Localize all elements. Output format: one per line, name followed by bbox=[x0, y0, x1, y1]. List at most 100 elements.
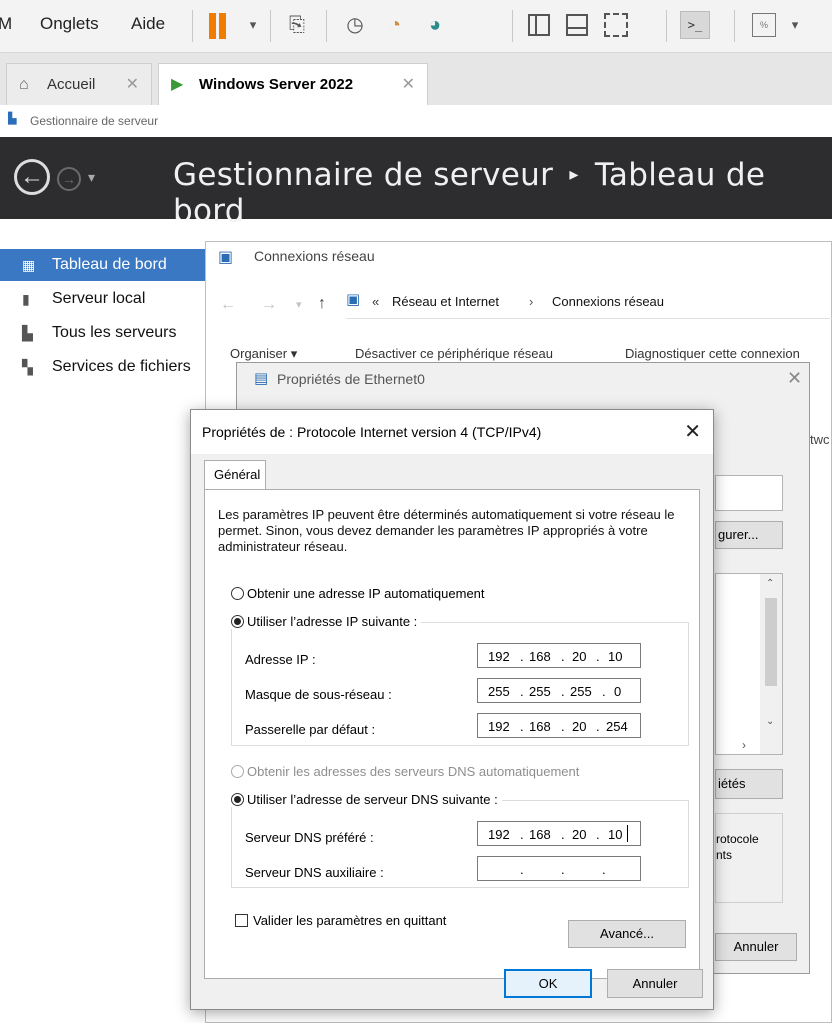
chevron-down-icon[interactable]: ▾ bbox=[88, 169, 95, 186]
unity-icon[interactable]: % bbox=[752, 13, 776, 37]
toolbar-separator bbox=[666, 10, 667, 42]
snapshot-icon[interactable]: ◷ bbox=[340, 10, 370, 40]
disable-device-button[interactable]: Désactiver ce périphérique réseau bbox=[355, 346, 553, 361]
tab-windows-server[interactable]: ▶ Windows Server 2022 ✕ bbox=[158, 63, 428, 105]
chevron-down-icon[interactable]: ▾ bbox=[780, 10, 810, 40]
radio-button[interactable] bbox=[231, 587, 244, 600]
scroll-right-icon[interactable]: › bbox=[742, 738, 746, 752]
command-bar: Organiser ▾ Désactiver ce périphérique r… bbox=[206, 336, 832, 362]
chevron-down-icon[interactable]: ▾ bbox=[238, 10, 268, 40]
toolbar-separator bbox=[192, 10, 193, 42]
menu-help[interactable]: Aide bbox=[131, 14, 165, 34]
back-arrow-icon[interactable]: ← bbox=[220, 296, 236, 314]
network-icon: ▣ bbox=[346, 291, 361, 308]
radio-button[interactable] bbox=[231, 615, 244, 628]
dns-preferred-field[interactable]: 192. 168. 20. 10 bbox=[477, 821, 641, 846]
ipv4-dialog-title: Propriétés de : Protocole Internet versi… bbox=[202, 424, 542, 440]
radio-button bbox=[231, 765, 244, 778]
dns-preferred-label: Serveur DNS préféré : bbox=[245, 830, 374, 845]
ipv4-titlebar: Propriétés de : Protocole Internet versi… bbox=[191, 410, 713, 454]
subnet-mask-label: Masque de sous-réseau : bbox=[245, 687, 392, 702]
sidebar-item-file-services[interactable]: ▚ Services de fichiers bbox=[0, 351, 205, 383]
sidebar-item-dashboard[interactable]: ▦ Tableau de bord bbox=[0, 249, 205, 281]
network-icon: ▣ bbox=[218, 249, 234, 266]
send-ctrl-alt-del-icon[interactable]: ⎘ bbox=[282, 10, 312, 40]
scroll-up-icon[interactable]: ⌃ bbox=[766, 578, 774, 589]
scroll-thumb[interactable] bbox=[765, 598, 777, 686]
text-cursor bbox=[627, 825, 628, 842]
tab-home[interactable]: ⌂ Accueil ✕ bbox=[6, 63, 152, 105]
ip-address-field[interactable]: 192. 168. 20. 10 bbox=[477, 643, 641, 668]
breadcrumb-parent[interactable]: Réseau et Internet bbox=[392, 294, 499, 309]
description-partial-1: rotocole bbox=[716, 832, 759, 846]
scroll-down-icon[interactable]: ⌄ bbox=[766, 716, 774, 727]
radio-ip-manual[interactable]: Utiliser l’adresse IP suivante : bbox=[231, 614, 422, 629]
dns-alternate-label: Serveur DNS auxiliaire : bbox=[245, 865, 384, 880]
sidebar-item-local-server[interactable]: ▮ Serveur local bbox=[0, 283, 205, 315]
dashboard-icon: ▦ bbox=[22, 257, 36, 273]
gateway-field[interactable]: 192. 168. 20. 254 bbox=[477, 713, 641, 738]
checkbox[interactable] bbox=[235, 914, 248, 927]
connect-using-field bbox=[715, 475, 783, 511]
up-arrow-icon[interactable]: ↑ bbox=[318, 295, 326, 313]
breadcrumb-prefix: « bbox=[372, 294, 380, 309]
close-icon[interactable]: ✕ bbox=[684, 419, 701, 444]
properties-button[interactable]: iétés bbox=[715, 769, 783, 799]
sidebar-toggle-icon[interactable] bbox=[528, 14, 550, 36]
cancel-button[interactable]: Annuler bbox=[607, 969, 703, 998]
console-view-icon[interactable] bbox=[566, 14, 588, 36]
radio-button[interactable] bbox=[231, 793, 244, 806]
ip-settings-group: Adresse IP : 192. 168. 20. 10 Masque de … bbox=[231, 622, 689, 746]
toolbar-separator bbox=[512, 10, 513, 42]
menu-vm[interactable]: M bbox=[0, 14, 12, 34]
general-panel: Les paramètres IP peuvent être déterminé… bbox=[204, 489, 700, 979]
validate-on-exit-checkbox[interactable]: Valider les paramètres en quittant bbox=[235, 913, 446, 928]
vm-icon: ▶ bbox=[171, 76, 184, 93]
forward-arrow-icon[interactable]: → bbox=[261, 296, 277, 314]
address-bar[interactable]: ▣ « Réseau et Internet › Connexions rése… bbox=[346, 286, 832, 319]
toolbar-separator bbox=[326, 10, 327, 42]
snapshot-manager-icon[interactable]: ◕ bbox=[420, 10, 450, 40]
vmware-tabbar: ⌂ Accueil ✕ ▶ Windows Server 2022 ✕ bbox=[0, 53, 832, 105]
network-connections-title: Connexions réseau bbox=[254, 248, 375, 264]
advanced-button[interactable]: Avancé... bbox=[568, 920, 686, 948]
page-title: Gestionnaire de serveur ▸ Tableau de bor… bbox=[173, 157, 766, 229]
server-manager-sidebar: ▦ Tableau de bord ▮ Serveur local ▙ Tous… bbox=[0, 219, 205, 1023]
tab-home-label: Accueil bbox=[47, 76, 96, 93]
terminal-icon[interactable]: >_ bbox=[680, 11, 710, 39]
diagnose-button[interactable]: Diagnostiquer cette connexion bbox=[625, 346, 800, 361]
server-manager-window-title: Gestionnaire de serveur bbox=[30, 114, 159, 128]
fullscreen-icon[interactable] bbox=[604, 13, 628, 37]
close-icon[interactable]: ✕ bbox=[402, 64, 415, 106]
ip-address-label: Adresse IP : bbox=[245, 652, 316, 667]
list-scrollbar[interactable]: ⌃ ⌄ bbox=[760, 574, 782, 754]
adapter-name-partial: twc bbox=[810, 432, 830, 447]
forward-button[interactable]: → bbox=[57, 167, 81, 191]
radio-ip-auto[interactable]: Obtenir une adresse IP automatiquement bbox=[231, 586, 485, 601]
pause-icon[interactable] bbox=[209, 13, 216, 39]
breadcrumb-current[interactable]: Connexions réseau bbox=[552, 294, 664, 309]
back-button[interactable]: ← bbox=[14, 159, 50, 195]
components-list[interactable]: ⌃ ⌄ › bbox=[715, 573, 783, 755]
dns-settings-group: Serveur DNS préféré : 192. 168. 20. 10 S… bbox=[231, 800, 689, 888]
radio-dns-manual[interactable]: Utiliser l’adresse de serveur DNS suivan… bbox=[231, 792, 502, 807]
server-manager-titlebar: ▙ Gestionnaire de serveur bbox=[0, 106, 832, 136]
ok-button[interactable]: OK bbox=[504, 969, 592, 998]
ethernet-cancel-button[interactable]: Annuler bbox=[715, 933, 797, 961]
organize-menu[interactable]: Organiser ▾ bbox=[230, 346, 297, 362]
close-icon[interactable]: ✕ bbox=[787, 368, 802, 389]
tab-general[interactable]: Général bbox=[204, 460, 266, 490]
servers-icon: ▙ bbox=[22, 325, 33, 341]
chevron-down-icon[interactable]: ▾ bbox=[296, 298, 302, 311]
menu-tabs[interactable]: Onglets bbox=[40, 14, 99, 34]
configure-button[interactable]: gurer... bbox=[715, 521, 783, 549]
gateway-label: Passerelle par défaut : bbox=[245, 722, 376, 737]
sidebar-item-all-servers[interactable]: ▙ Tous les serveurs bbox=[0, 317, 205, 349]
revert-snapshot-icon[interactable]: ◔ bbox=[380, 10, 410, 40]
subnet-mask-field[interactable]: 255. 255. 255. 0 bbox=[477, 678, 641, 703]
close-icon[interactable]: ✕ bbox=[126, 64, 139, 106]
dns-alternate-field[interactable]: ... bbox=[477, 856, 641, 881]
home-icon: ⌂ bbox=[19, 76, 29, 93]
vmware-toolbar: M Onglets Aide ▾ ⎘ ◷ ◔ ◕ >_ % ▾ bbox=[0, 0, 832, 53]
ip-description: Les paramètres IP peuvent être déterminé… bbox=[218, 507, 675, 554]
